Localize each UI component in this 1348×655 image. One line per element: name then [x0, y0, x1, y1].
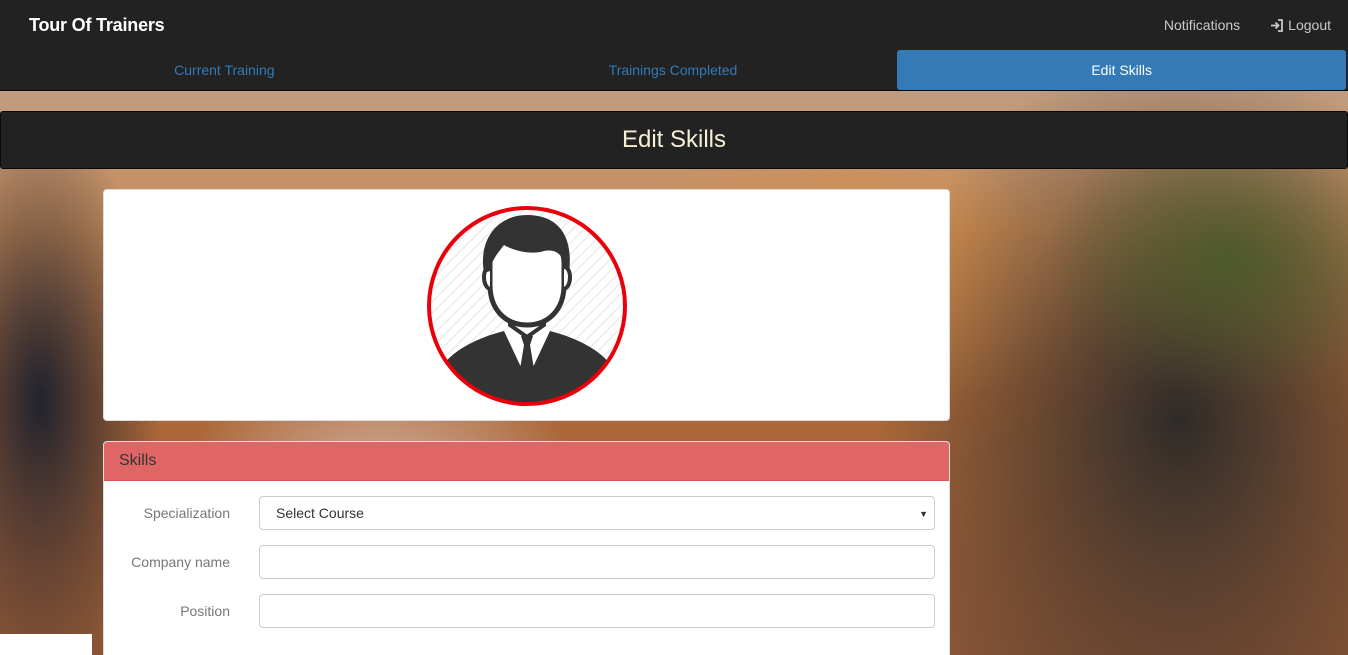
company-label: Company name [131, 554, 230, 570]
company-row: Company name [104, 545, 949, 579]
avatar[interactable] [426, 205, 628, 407]
specialization-row: Specialization Select Course ▼ [104, 496, 949, 530]
specialization-label: Specialization [143, 505, 230, 521]
specialization-select[interactable]: Select Course ▼ [259, 496, 935, 530]
notifications-link[interactable]: Notifications [1164, 17, 1240, 33]
avatar-panel [103, 189, 950, 421]
specialization-selected: Select Course [276, 505, 364, 521]
caret-down-icon: ▼ [919, 509, 928, 519]
company-name-input[interactable] [259, 545, 935, 579]
login-icon [1271, 18, 1284, 32]
tab-current-training[interactable]: Current Training [0, 50, 449, 90]
nav-right: Notifications Logout [1164, 17, 1331, 33]
tab-edit-skills[interactable]: Edit Skills [897, 50, 1347, 90]
corner-overlay [0, 634, 92, 655]
position-label: Position [180, 603, 230, 619]
tab-trainings-completed[interactable]: Trainings Completed [449, 50, 898, 90]
navbar: Tour Of Trainers Notifications Logout Cu… [0, 0, 1348, 91]
logout-link[interactable]: Logout [1270, 17, 1331, 33]
page-header: Edit Skills [0, 111, 1348, 169]
logout-label: Logout [1288, 17, 1331, 33]
brand-title[interactable]: Tour Of Trainers [29, 15, 165, 36]
main-tabs: Current Training Trainings Completed Edi… [0, 50, 1348, 90]
tab-label: Trainings Completed [608, 62, 738, 78]
notifications-label: Notifications [1163, 17, 1241, 33]
skills-heading: Skills [104, 442, 949, 481]
skills-panel: Skills Specialization Select Course ▼ Co… [103, 441, 950, 655]
position-row: Position [104, 594, 949, 628]
tab-label: Current Training [174, 62, 275, 78]
page-title: Edit Skills [621, 126, 727, 153]
tab-label: Edit Skills [1091, 62, 1153, 78]
position-input[interactable] [259, 594, 935, 628]
